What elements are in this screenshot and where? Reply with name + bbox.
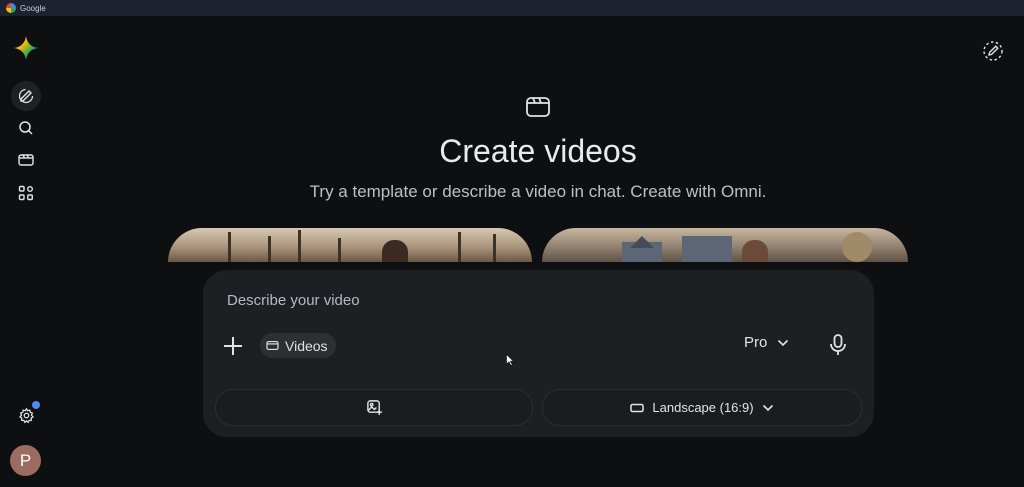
coin-shape (842, 232, 872, 262)
palm-tree (298, 230, 301, 262)
microphone-icon[interactable] (827, 333, 849, 357)
chevron-down-icon (778, 339, 789, 346)
add-reference-image-button[interactable] (215, 389, 533, 426)
avatar[interactable]: P (10, 445, 41, 476)
add-image-icon (366, 400, 382, 416)
landscape-icon (630, 403, 645, 412)
template-card[interactable] (542, 228, 908, 262)
mouse-cursor-icon (506, 354, 514, 366)
edit-dashed-icon[interactable] (982, 40, 1004, 62)
model-selector[interactable]: Pro (744, 334, 789, 351)
palm-tree (268, 236, 271, 262)
videos-chip[interactable]: Videos (260, 333, 336, 358)
palm-tree (493, 234, 496, 262)
palm-tree (338, 238, 341, 262)
gear-icon (18, 407, 34, 423)
aspect-label: Landscape (16:9) (652, 400, 754, 415)
plus-icon[interactable] (221, 334, 245, 358)
palm-tree (458, 232, 461, 262)
roof-shape (630, 236, 654, 248)
chip-label: Videos (285, 337, 328, 354)
prompt-composer: Describe your video Videos Pro Landscape… (203, 270, 874, 437)
person-figure (742, 240, 768, 262)
gemini-sparkle-icon[interactable] (14, 36, 38, 60)
sidebar-item-new-chat[interactable] (11, 81, 41, 111)
chevron-down-icon (762, 404, 773, 411)
google-logo-icon (6, 3, 16, 13)
template-card[interactable] (168, 228, 532, 262)
aspect-ratio-selector[interactable]: Landscape (16:9) (542, 389, 862, 426)
person-figure (382, 240, 408, 262)
video-icon (266, 340, 279, 351)
page-subtitle: Try a template or describe a video in ch… (309, 182, 767, 201)
palm-tree (228, 232, 231, 262)
edit-icon (18, 88, 34, 104)
clapperboard-icon (526, 97, 550, 117)
house-shape (682, 236, 732, 262)
notification-dot (32, 401, 40, 409)
window-title: Google (20, 3, 46, 13)
sidebar: P (0, 16, 52, 487)
prompt-input[interactable]: Describe your video (227, 292, 360, 309)
window-titlebar: Google (0, 0, 1024, 16)
model-label: Pro (744, 334, 768, 351)
page-title: Create videos (439, 133, 637, 169)
